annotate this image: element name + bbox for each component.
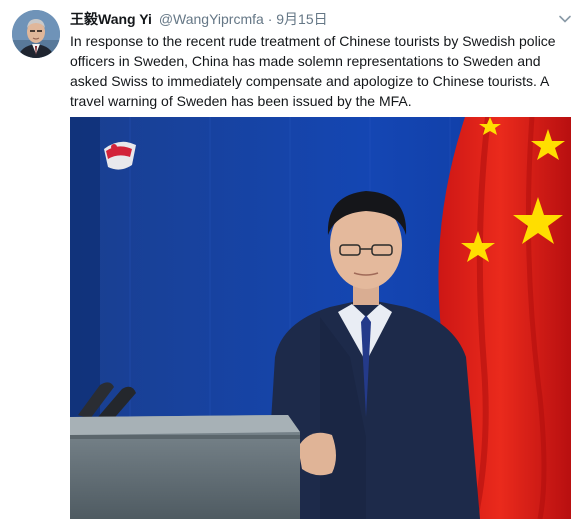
separator-dot: · — [267, 11, 273, 27]
user-handle[interactable]: @WangYiprcmfa — [159, 11, 264, 27]
tweet-text: In response to the recent rude treatment… — [70, 33, 556, 109]
display-name[interactable]: 王毅Wang Yi — [70, 11, 152, 27]
emblem-logo — [104, 141, 136, 170]
tweet-date[interactable]: 9月15日 — [276, 11, 327, 27]
user-avatar-icon — [12, 10, 60, 58]
tweet-header: 王毅Wang Yi @WangYiprcmfa · 9月15日 — [70, 10, 328, 28]
tweet: 王毅Wang Yi @WangYiprcmfa · 9月15日 In respo… — [0, 0, 584, 519]
chevron-down-icon[interactable] — [558, 12, 572, 26]
podium — [70, 415, 300, 519]
tweet-photo[interactable] — [70, 117, 571, 519]
avatar[interactable] — [12, 10, 60, 58]
press-conference-photo — [70, 117, 571, 519]
